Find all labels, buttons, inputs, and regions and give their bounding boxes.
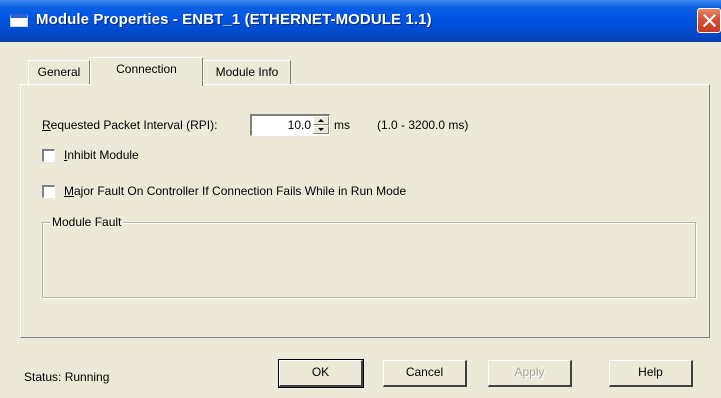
major-fault-label-text: ajor Fault On Controller If Connection F…: [74, 184, 407, 198]
rpi-label: Requested Packet Interval (RPI):: [42, 118, 217, 132]
major-fault-checkbox[interactable]: [42, 185, 55, 198]
module-fault-legend: Module Fault: [50, 215, 124, 229]
spin-up-arrow-icon[interactable]: [313, 116, 329, 125]
spin-down-arrow-icon[interactable]: [313, 125, 329, 134]
status-text: Status: Running: [24, 370, 110, 384]
apply-button[interactable]: Apply: [488, 360, 572, 387]
close-button[interactable]: [697, 8, 721, 33]
inhibit-module-checkbox[interactable]: [42, 149, 55, 162]
cancel-button[interactable]: Cancel: [383, 360, 467, 387]
title-bar[interactable]: Module Properties - ENBT_1 (ETHERNET-MOD…: [0, 0, 721, 42]
tab-module-info[interactable]: Module Info: [203, 60, 291, 84]
window-title: Module Properties - ENBT_1 (ETHERNET-MOD…: [36, 11, 432, 28]
ok-button[interactable]: OK: [278, 359, 364, 388]
module-properties-dialog: Module Properties - ENBT_1 (ETHERNET-MOD…: [0, 0, 721, 398]
help-button[interactable]: Help: [609, 360, 693, 387]
inhibit-module-label[interactable]: Inhibit Module: [64, 148, 139, 162]
rpi-range: (1.0 - 3200.0 ms): [377, 118, 469, 132]
inhibit-label-text: nhibit Module: [67, 148, 139, 162]
rpi-label-text: equested Packet Interval (RPI):: [50, 118, 218, 132]
tab-connection[interactable]: Connection: [90, 57, 203, 86]
rpi-spinner[interactable]: [313, 116, 329, 134]
rpi-label-accelerator: R: [42, 118, 51, 132]
window-icon: [10, 14, 28, 27]
module-fault-group: [42, 222, 696, 298]
rpi-unit: ms: [334, 118, 350, 132]
close-icon: [703, 14, 716, 27]
major-fault-label-accelerator: M: [64, 184, 74, 198]
tab-general[interactable]: General: [28, 60, 90, 84]
major-fault-label[interactable]: Major Fault On Controller If Connection …: [64, 184, 406, 198]
